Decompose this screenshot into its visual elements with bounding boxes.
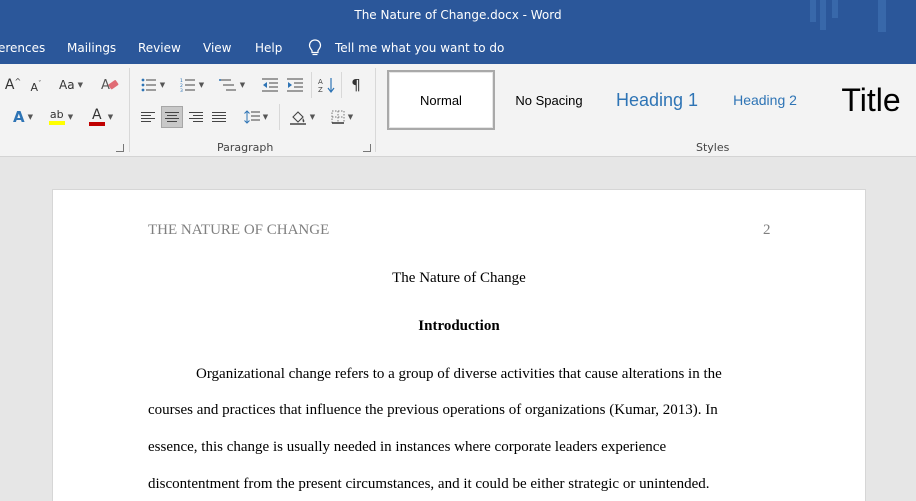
decoration-bar (820, 0, 826, 30)
caret-up-icon: ^ (14, 76, 22, 86)
group-separator (311, 72, 312, 98)
tab-references[interactable]: erences (0, 41, 45, 55)
increase-indent-icon (287, 78, 303, 92)
chevron-down-icon: ▼ (239, 81, 246, 89)
clear-formatting-icon[interactable]: A (101, 77, 119, 93)
center-button[interactable] (161, 106, 183, 128)
borders-icon (331, 110, 345, 124)
chevron-down-icon: ▼ (347, 113, 354, 121)
pilcrow-icon: ¶ (351, 76, 361, 94)
shading-button[interactable]: ▼ (285, 106, 319, 128)
style-heading-2[interactable]: Heading 2 (718, 70, 812, 130)
chevron-down-icon: ▼ (27, 113, 33, 121)
font-color-button[interactable]: A ▼ (84, 106, 118, 128)
decrease-indent-button[interactable] (259, 74, 281, 96)
show-formatting-marks-button[interactable]: ¶ (345, 74, 367, 96)
group-separator (375, 68, 376, 152)
svg-text:3: 3 (180, 88, 183, 92)
decoration-bar (832, 0, 838, 18)
page-number: 2 (763, 222, 771, 238)
bullets-button[interactable]: ▼ (138, 74, 168, 96)
group-separator (129, 68, 130, 152)
line-spacing-button[interactable]: ▼ (240, 106, 272, 128)
decoration-bar (878, 0, 886, 32)
line-spacing-icon (243, 110, 260, 124)
borders-button[interactable]: ▼ (325, 106, 359, 128)
increase-indent-button[interactable] (284, 74, 306, 96)
styles-gallery: Normal No Spacing Heading 1 Heading 2 Ti… (385, 70, 916, 132)
chevron-down-icon: ▼ (309, 113, 316, 121)
align-left-icon (141, 112, 155, 122)
window-title: The Nature of Change.docx - Word (354, 8, 562, 22)
shrink-font-button[interactable]: Aˇ (26, 76, 46, 98)
sort-icon: A Z (318, 78, 335, 93)
chevron-down-icon: ▼ (159, 81, 166, 89)
document-page[interactable]: THE NATURE OF CHANGE 2 The Nature of Cha… (52, 189, 866, 501)
chevron-down-icon: ▼ (107, 113, 114, 121)
align-left-button[interactable] (138, 106, 158, 128)
paragraph-line: discontentment from the present circumst… (148, 476, 710, 492)
highlight-color-bar (48, 121, 65, 125)
numbering-button[interactable]: 1 2 3 ▼ (177, 74, 207, 96)
document-canvas: THE NATURE OF CHANGE 2 The Nature of Cha… (0, 158, 916, 501)
chevron-down-icon: ▼ (67, 113, 74, 121)
tell-me-search[interactable]: Tell me what you want to do (335, 41, 504, 55)
section-heading: Introduction (418, 318, 500, 334)
style-no-spacing[interactable]: No Spacing (503, 70, 595, 130)
running-head: THE NATURE OF CHANGE (148, 222, 330, 238)
numbering-icon: 1 2 3 (180, 78, 195, 92)
chevron-down-icon: ▼ (198, 81, 205, 89)
paragraph-line: Organizational change refers to a group … (196, 366, 722, 382)
align-right-icon (189, 112, 203, 122)
bullets-icon (141, 78, 156, 92)
styles-group-label: Styles (696, 141, 730, 154)
grow-font-button[interactable]: A ^ (2, 74, 24, 96)
svg-text:A: A (318, 78, 323, 86)
decrease-indent-icon (262, 78, 278, 92)
paragraph-line: essence, this change is usually needed i… (148, 439, 667, 455)
lightbulb-icon (308, 39, 322, 56)
ribbon-tabs: erences Mailings Review View Help Tell m… (0, 32, 916, 64)
tab-view[interactable]: View (203, 41, 231, 55)
chevron-down-icon: ▼ (262, 113, 269, 121)
paragraph-line: courses and practices that influence the… (148, 402, 718, 418)
style-title[interactable]: Title (826, 70, 916, 130)
tab-help[interactable]: Help (255, 41, 282, 55)
font-color-bar (88, 122, 105, 126)
justify-icon (212, 112, 226, 122)
align-right-button[interactable] (186, 106, 206, 128)
group-separator (341, 72, 342, 98)
style-normal[interactable]: Normal (387, 70, 495, 130)
multilevel-list-button[interactable]: ▼ (216, 74, 248, 96)
paint-bucket-icon (289, 111, 306, 125)
font-dialog-launcher[interactable] (116, 144, 124, 152)
justify-button[interactable] (209, 106, 229, 128)
paragraph-dialog-launcher[interactable] (363, 144, 371, 152)
tab-review[interactable]: Review (138, 41, 181, 55)
sort-button[interactable]: A Z (316, 74, 338, 96)
paragraph-group-label: Paragraph (217, 141, 274, 154)
style-heading-1[interactable]: Heading 1 (605, 70, 709, 130)
group-separator (279, 104, 280, 130)
change-case-button[interactable]: Aa ▼ (54, 74, 88, 96)
caret-down-icon: ˇ (38, 80, 42, 88)
svg-text:Z: Z (318, 86, 323, 93)
align-center-icon (165, 112, 179, 122)
chevron-down-icon: ▼ (77, 81, 83, 89)
highlight-button[interactable]: ab ▼ (44, 106, 78, 128)
text-effects-button[interactable]: A ▼ (6, 106, 40, 128)
decoration-bar (810, 0, 816, 22)
tab-mailings[interactable]: Mailings (67, 41, 116, 55)
multilevel-list-icon (218, 79, 236, 91)
title-bar: The Nature of Change.docx - Word (0, 0, 916, 32)
document-title: The Nature of Change (392, 270, 526, 286)
